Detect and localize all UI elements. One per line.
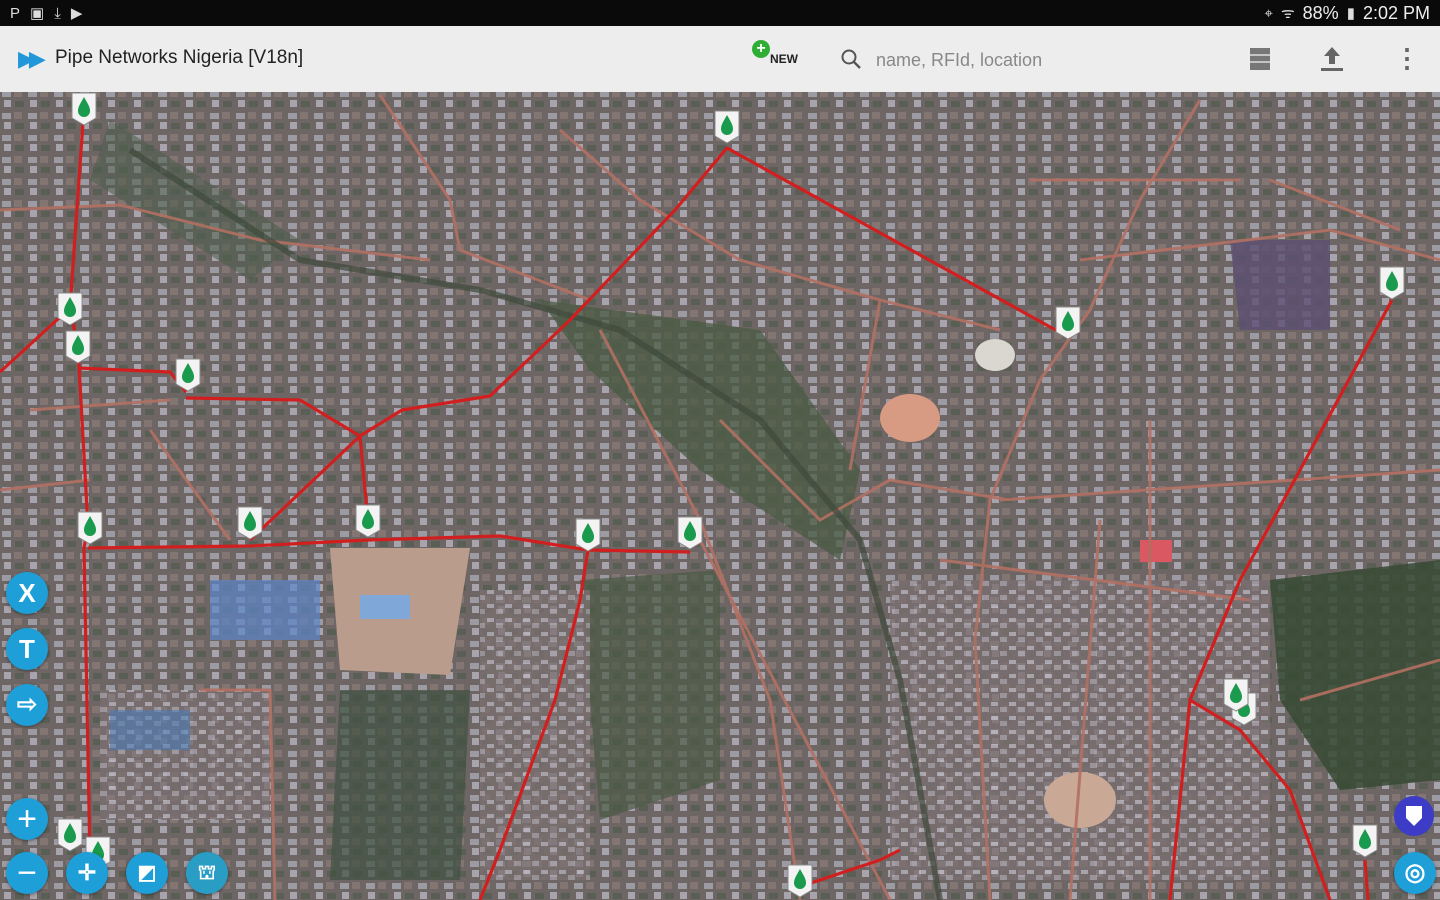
new-item-button[interactable]: + NEW [752,40,804,76]
battery-percent: 88% [1302,2,1339,23]
basemap-button[interactable]: ⛫ [186,852,228,894]
arrow-right-icon: ⇨ [16,691,38,718]
play-notification-icon: ▶ [70,5,83,22]
valve-marker[interactable] [677,516,703,550]
valve-marker[interactable] [575,518,601,552]
valve-marker[interactable] [1055,306,1081,340]
valve-marker[interactable] [787,864,813,898]
location-icon: ⌖ [1264,4,1273,22]
app-title: Pipe Networks Nigeria [V18n] [55,47,304,68]
valve-marker[interactable] [1379,266,1405,300]
x-tool-label: X [18,578,36,608]
wifi-icon: ᯤ [1280,5,1295,22]
text-tool-button[interactable]: T [6,628,48,670]
crosshair-icon: ✛ [77,860,97,885]
shield-button[interactable] [1394,796,1434,836]
landmark-icon: ⛫ [197,862,217,884]
search-icon[interactable] [840,48,862,70]
satellite-map[interactable] [0,92,1440,900]
download-notification-icon: ⤓ [54,4,61,22]
shield-icon [1406,806,1422,826]
new-label: NEW [770,52,798,66]
layers-button[interactable] [1248,46,1272,72]
gps-target-icon: ◎ [1404,859,1426,886]
valve-marker[interactable] [77,511,103,545]
valve-marker[interactable] [1352,824,1378,858]
status-bar: P ▣ ⤓ ▶ ⌖ ᯤ 88% ▮ 2:02 PM [0,0,1440,26]
search-input[interactable] [874,44,1178,76]
zoom-out-button[interactable]: − [6,852,48,894]
upload-button[interactable] [1318,44,1346,74]
gallery-notification-icon: ▣ [30,5,45,22]
extent-button[interactable]: ✛ [66,852,108,894]
plus-icon: + [17,800,37,838]
valve-marker[interactable] [71,92,97,126]
zoom-in-button[interactable]: + [6,798,48,840]
app-logo-icon[interactable]: ▶▶ [18,46,46,72]
valve-marker[interactable] [355,504,381,538]
p-notification-icon: P [10,4,21,22]
minus-icon: − [17,854,37,892]
battery-icon: ▮ [1346,5,1355,22]
ruler-icon: ◩ [137,862,157,884]
valve-marker[interactable] [175,358,201,392]
navigate-button[interactable]: ⇨ [6,684,48,726]
text-tool-label: T [19,634,35,664]
app-toolbar: ▶▶ Pipe Networks Nigeria [V18n] + NEW ⋮ [0,26,1440,92]
x-tool-button[interactable]: X [6,572,48,614]
valve-marker[interactable] [57,818,83,852]
valve-marker[interactable] [1223,678,1249,712]
overflow-menu-button[interactable]: ⋮ [1394,44,1420,74]
map-canvas[interactable] [0,92,1440,900]
valve-marker[interactable] [65,330,91,364]
valve-marker[interactable] [237,506,263,540]
my-location-button[interactable]: ◎ [1394,852,1436,894]
valve-marker[interactable] [57,292,83,326]
measure-button[interactable]: ◩ [126,852,168,894]
add-icon: + [752,40,770,58]
clock: 2:02 PM [1362,2,1430,23]
valve-marker[interactable] [714,110,740,144]
